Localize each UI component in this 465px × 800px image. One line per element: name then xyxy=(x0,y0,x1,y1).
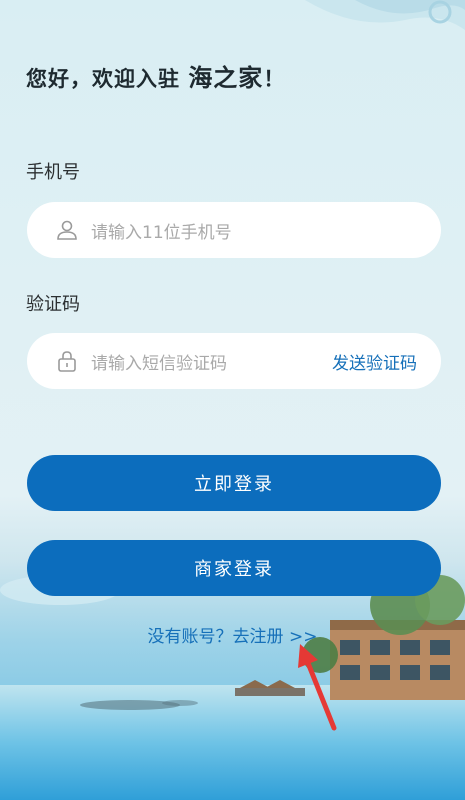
welcome-heading: 您好，欢迎入驻 海之家！ xyxy=(26,58,285,93)
phone-input[interactable]: 请输入11位手机号 xyxy=(91,218,441,243)
welcome-prefix: 您好，欢迎入驻 xyxy=(26,67,189,91)
merchant-login-button[interactable]: 商家登录 xyxy=(27,540,441,596)
brand-name: 海之家 xyxy=(188,64,264,92)
send-code-button[interactable]: 发送验证码 xyxy=(332,349,417,374)
code-input[interactable]: 请输入短信验证码 xyxy=(91,349,332,374)
wave-decoration xyxy=(305,0,465,30)
user-icon xyxy=(55,218,79,242)
phone-field[interactable]: 请输入11位手机号 xyxy=(27,202,441,258)
lock-icon xyxy=(55,349,79,373)
register-link[interactable]: 没有账号？去注册 >> xyxy=(0,622,465,647)
seaside-scene-background xyxy=(0,575,465,800)
login-button[interactable]: 立即登录 xyxy=(27,455,441,511)
phone-label: 手机号 xyxy=(26,162,80,183)
annotation-arrow-icon xyxy=(298,644,337,731)
welcome-suffix: ！ xyxy=(263,67,286,91)
code-field[interactable]: 请输入短信验证码 发送验证码 xyxy=(27,333,441,389)
code-label: 验证码 xyxy=(26,294,80,315)
